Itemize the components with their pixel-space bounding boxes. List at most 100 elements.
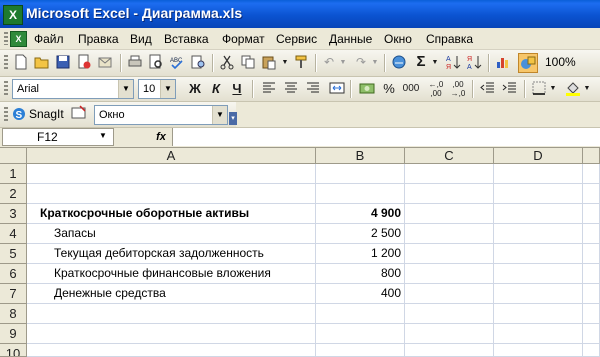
cell-a6[interactable]: Краткосрочные финансовые вложения [27, 264, 316, 284]
cell-a2[interactable] [27, 184, 316, 204]
increase-indent-icon[interactable] [500, 80, 518, 98]
workbook-icon[interactable]: X [10, 31, 27, 47]
menu-data[interactable]: Данные [329, 30, 372, 48]
insert-function-icon[interactable]: fx [152, 129, 170, 145]
italic-button[interactable]: К [207, 80, 225, 98]
permission-icon[interactable] [75, 54, 93, 72]
align-center-icon[interactable] [282, 80, 300, 98]
drawing-icon[interactable] [518, 53, 538, 73]
fill-color-icon[interactable] [564, 80, 582, 98]
cell-d5[interactable] [494, 244, 583, 264]
increase-decimal-icon[interactable]: ←,0,00 [426, 80, 446, 98]
cell-e9[interactable] [583, 324, 600, 344]
formula-input[interactable] [172, 128, 600, 146]
menu-view[interactable]: Вид [130, 30, 152, 48]
cell-d7[interactable] [494, 284, 583, 304]
snagit-button[interactable]: S SnagIt [12, 105, 72, 124]
autosum-icon[interactable]: Σ [412, 53, 430, 71]
autosum-dropdown-arrow-icon[interactable]: ▼ [430, 54, 440, 72]
menu-window[interactable]: Окно [384, 30, 412, 48]
cell-c7[interactable] [405, 284, 494, 304]
cell-d3[interactable] [494, 204, 583, 224]
cell-e5[interactable] [583, 244, 600, 264]
bold-button[interactable]: Ж [186, 80, 204, 98]
sort-asc-icon[interactable]: AЯ [444, 54, 462, 72]
cell-a1[interactable] [27, 164, 316, 184]
font-size-select[interactable]: 10 ▼ [138, 79, 176, 99]
save-icon[interactable] [54, 54, 72, 72]
select-all-corner[interactable] [0, 148, 27, 164]
cell-d6[interactable] [494, 264, 583, 284]
print-preview-icon[interactable] [147, 54, 165, 72]
cell-c2[interactable] [405, 184, 494, 204]
cell-c4[interactable] [405, 224, 494, 244]
cell-e2[interactable] [583, 184, 600, 204]
column-header-c[interactable]: C [405, 148, 494, 164]
snagit-target-select[interactable]: Окно ▼ [94, 105, 228, 125]
font-name-select[interactable]: Arial ▼ [12, 79, 134, 99]
cell-e3[interactable] [583, 204, 600, 224]
chevron-down-icon[interactable]: ▼ [99, 131, 107, 140]
currency-icon[interactable] [358, 80, 376, 98]
column-header-e[interactable] [583, 148, 600, 164]
cell-c5[interactable] [405, 244, 494, 264]
menu-help[interactable]: Справка [426, 30, 473, 48]
underline-button[interactable]: Ч [228, 80, 246, 98]
row-header[interactable]: 5 [0, 244, 27, 264]
cell-d8[interactable] [494, 304, 583, 324]
new-icon[interactable] [12, 54, 30, 72]
menu-edit[interactable]: Правка [78, 30, 119, 48]
excel-app-icon[interactable]: X [3, 5, 23, 25]
align-right-icon[interactable] [304, 80, 322, 98]
cell-c9[interactable] [405, 324, 494, 344]
toolbar-grip-icon[interactable] [4, 107, 8, 123]
menu-format[interactable]: Формат [222, 30, 265, 48]
row-header[interactable]: 9 [0, 324, 27, 344]
worksheet-grid[interactable]: A B C D 1 2 3 Краткосрочные оборотные ак… [0, 148, 600, 357]
cell-d2[interactable] [494, 184, 583, 204]
cell-e1[interactable] [583, 164, 600, 184]
chart-wizard-icon[interactable] [494, 54, 512, 72]
cell-b9[interactable] [316, 324, 405, 344]
open-icon[interactable] [33, 54, 51, 72]
cell-d10[interactable] [494, 344, 583, 357]
chevron-down-icon[interactable]: ▼ [118, 80, 133, 98]
menu-grip-icon[interactable] [4, 32, 8, 45]
row-header[interactable]: 6 [0, 264, 27, 284]
row-header[interactable]: 3 [0, 204, 27, 224]
cell-b10[interactable] [316, 344, 405, 357]
redo-dropdown-arrow-icon[interactable]: ▼ [370, 54, 380, 72]
column-header-d[interactable]: D [494, 148, 583, 164]
percent-button[interactable]: % [380, 80, 398, 98]
name-box[interactable]: F12 ▼ [2, 128, 114, 146]
decrease-indent-icon[interactable] [478, 80, 496, 98]
chevron-down-icon[interactable]: ▼ [160, 80, 175, 98]
cell-a9[interactable] [27, 324, 316, 344]
cell-b5[interactable]: 1 200 [316, 244, 405, 264]
cell-e8[interactable] [583, 304, 600, 324]
sort-desc-icon[interactable]: ЯA [465, 54, 483, 72]
toolbar-grip-icon[interactable] [4, 55, 8, 71]
cell-e4[interactable] [583, 224, 600, 244]
menu-insert[interactable]: Вставка [164, 30, 209, 48]
cell-a7[interactable]: Денежные средства [27, 284, 316, 304]
cell-b6[interactable]: 800 [316, 264, 405, 284]
toolbar-options-icon[interactable]: ▾ [229, 112, 237, 125]
cell-c10[interactable] [405, 344, 494, 357]
merge-center-icon[interactable] [328, 80, 346, 98]
email-icon[interactable] [96, 54, 114, 72]
row-header[interactable]: 8 [0, 304, 27, 324]
paste-icon[interactable] [260, 54, 278, 72]
cell-d9[interactable] [494, 324, 583, 344]
thousands-separator-button[interactable]: 000 [400, 80, 422, 98]
zoom-value[interactable]: 100% [545, 55, 576, 69]
fill-color-dropdown-arrow-icon[interactable]: ▼ [582, 80, 592, 98]
row-header[interactable]: 7 [0, 284, 27, 304]
menu-tools[interactable]: Сервис [276, 30, 317, 48]
cell-b1[interactable] [316, 164, 405, 184]
cell-b4[interactable]: 2 500 [316, 224, 405, 244]
borders-dropdown-arrow-icon[interactable]: ▼ [548, 80, 558, 98]
cell-e6[interactable] [583, 264, 600, 284]
cell-d4[interactable] [494, 224, 583, 244]
undo-icon[interactable]: ↶ [320, 54, 338, 72]
